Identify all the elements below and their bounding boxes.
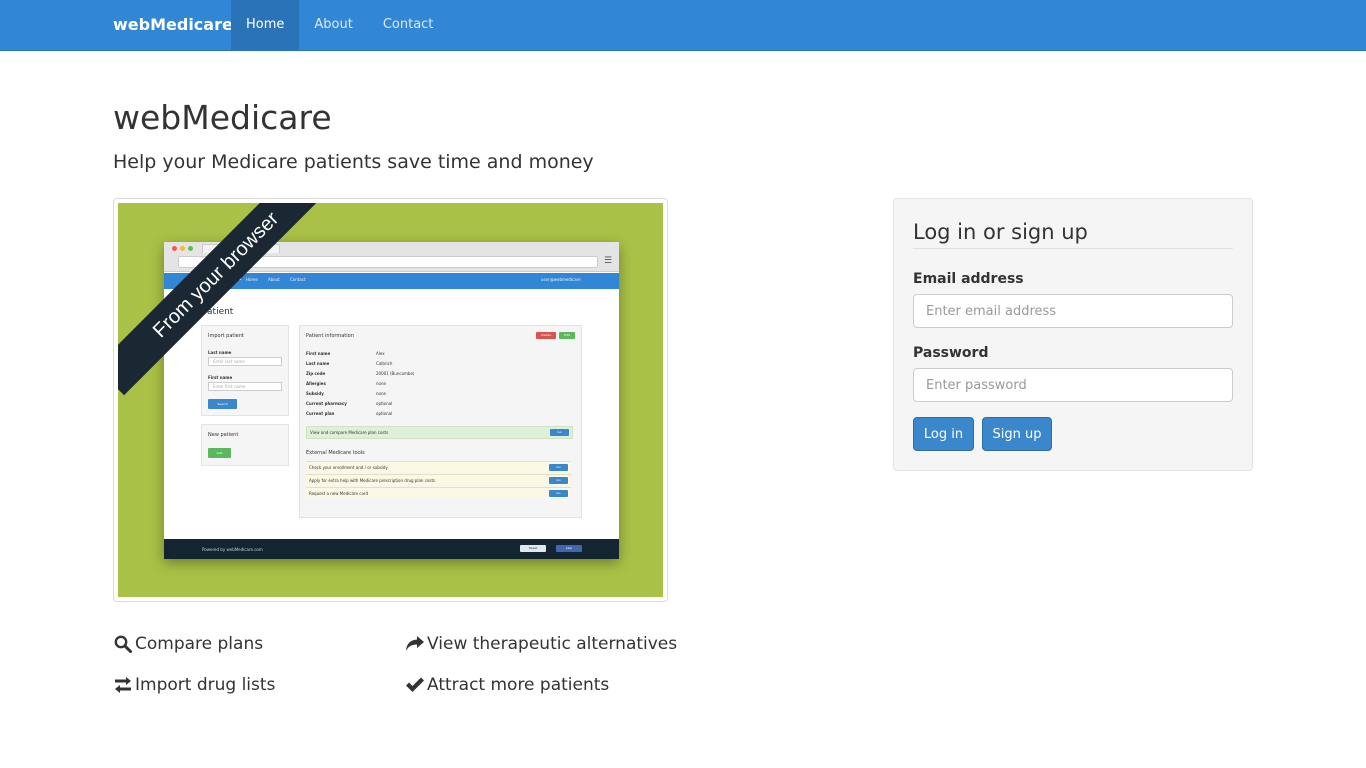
preview-tool-row: Request a new Medicare card Go [306, 487, 571, 498]
preview-tool-button: Go [549, 464, 568, 471]
app-preview-image: ☰ webMedicare Home About Contact user@we… [113, 198, 668, 602]
preview-row-label: Subsidy [306, 391, 324, 396]
transfer-icon [113, 675, 133, 695]
preview-add-button: Add [208, 448, 231, 458]
page-subtitle: Help your Medicare patients save time an… [113, 151, 594, 173]
preview-browser-window: ☰ webMedicare Home About Contact user@we… [164, 242, 619, 559]
preview-row-label: Last name [306, 361, 330, 366]
login-button[interactable]: Log in [913, 417, 974, 451]
preview-search-button: Search [208, 399, 237, 409]
preview-import-title: Import patient [208, 333, 244, 339]
preview-info-panel: Patient information Delete Edit First na… [299, 325, 582, 518]
preview-row-value: 20001 (Buncombe) [376, 371, 415, 376]
preview-compare-button: Go [550, 429, 569, 436]
preview-nav-about: About [268, 277, 280, 282]
page-title: webMedicare [113, 98, 332, 137]
preview-last-name-input: Enter last name [208, 357, 282, 366]
preview-edit-label: Edit [564, 333, 570, 337]
preview-tool-button: Go [549, 477, 568, 484]
preview-info-title: Patient information [306, 333, 354, 339]
preview-new-panel: New patient Add [201, 424, 289, 466]
preview-nav-home: Home [246, 277, 258, 282]
brand-link[interactable]: webMedicare [113, 0, 233, 50]
login-panel: Log in or sign up Email address Password… [893, 198, 1253, 471]
preview-row-value: Alex [376, 351, 385, 356]
checkmark-icon [405, 675, 425, 695]
preview-row-label: First name [306, 351, 331, 356]
login-divider [913, 248, 1233, 249]
nav-item-about[interactable]: About [299, 0, 367, 50]
maximize-dot-icon [188, 246, 193, 251]
preview-import-panel: Import patient Last name Enter last name… [201, 325, 289, 416]
preview-search-label: Search [217, 402, 228, 406]
navbar: webMedicare Home About Contact [0, 0, 1366, 51]
preview-row-label: Allergies [306, 381, 326, 386]
preview-first-name-label: First name [208, 375, 233, 380]
preview-tweet-button: Tweet [520, 545, 546, 552]
preview-row-value: none [376, 381, 386, 386]
close-dot-icon [172, 246, 177, 251]
preview-delete-label: Delete [541, 333, 551, 337]
email-label: Email address [913, 271, 1024, 287]
preview-first-name-placeholder: Enter first name [213, 384, 246, 389]
search-icon [113, 634, 133, 654]
nav-item-home[interactable]: Home [231, 0, 300, 50]
preview-row-value: Calbrich [376, 361, 393, 366]
minimize-dot-icon [180, 246, 185, 251]
preview-nav-contact: Contact [290, 277, 306, 282]
preview-row-value: none [376, 391, 386, 396]
preview-row-label: Current pharmacy [306, 401, 347, 406]
feature-label: Import drug lists [135, 675, 276, 695]
preview-row-value: optional [376, 401, 393, 406]
preview-last-name-placeholder: Enter last name [213, 359, 245, 364]
share-arrow-icon [405, 634, 425, 654]
preview-last-name-label: Last name [208, 350, 232, 355]
preview-tools-title: External Medicare tools [306, 450, 365, 456]
password-label: Password [913, 345, 989, 361]
preview-footer-text: Powered by webMedicare.com [202, 547, 263, 552]
feature-label: View therapeutic alternatives [427, 634, 678, 654]
preview-user: user@webmedicare [541, 277, 581, 282]
preview-tool-row: Apply for extra help with Medicare presc… [306, 474, 571, 485]
preview-tool-text: Check your enrollment and / or subsidy [309, 465, 388, 470]
preview-delete-button: Delete [536, 332, 556, 339]
feature-therapeutic-alternatives: View therapeutic alternatives [405, 632, 677, 656]
password-field[interactable] [913, 368, 1233, 402]
feature-label: Compare plans [135, 634, 264, 654]
signup-button[interactable]: Sign up [982, 417, 1052, 451]
nav-menu: Home About Contact [231, 0, 448, 50]
preview-background: ☰ webMedicare Home About Contact user@we… [118, 203, 663, 597]
feature-attract-patients: Attract more patients [405, 673, 609, 697]
email-field[interactable] [913, 294, 1233, 328]
preview-menu-icon: ☰ [604, 256, 613, 266]
feature-label: Attract more patients [427, 675, 610, 695]
preview-add-label: Add [216, 451, 223, 455]
preview-edit-button: Edit [559, 332, 575, 339]
preview-like-button: Like [556, 545, 582, 552]
nav-item-contact[interactable]: Contact [368, 0, 449, 50]
preview-row-value: optional [376, 411, 393, 416]
preview-row-label: Zip code [306, 371, 326, 376]
login-title: Log in or sign up [913, 220, 1088, 244]
feature-compare-plans: Compare plans [113, 632, 263, 656]
preview-row-label: Current plan [306, 411, 335, 416]
preview-compare-row: View and compare Medicare plan costs Go [306, 426, 573, 439]
preview-new-title: New patient [208, 432, 239, 438]
feature-import-drug-lists: Import drug lists [113, 673, 275, 697]
preview-tool-text: Apply for extra help with Medicare presc… [309, 478, 436, 483]
preview-tool-button: Go [549, 490, 568, 497]
preview-footer: Powered by webMedicare.com Tweet Like [164, 539, 619, 559]
preview-tool-row: Check your enrollment and / or subsidy G… [306, 461, 571, 472]
preview-compare-text: View and compare Medicare plan costs [310, 430, 389, 435]
preview-first-name-input: Enter first name [208, 382, 282, 391]
preview-tool-text: Request a new Medicare card [309, 491, 369, 496]
